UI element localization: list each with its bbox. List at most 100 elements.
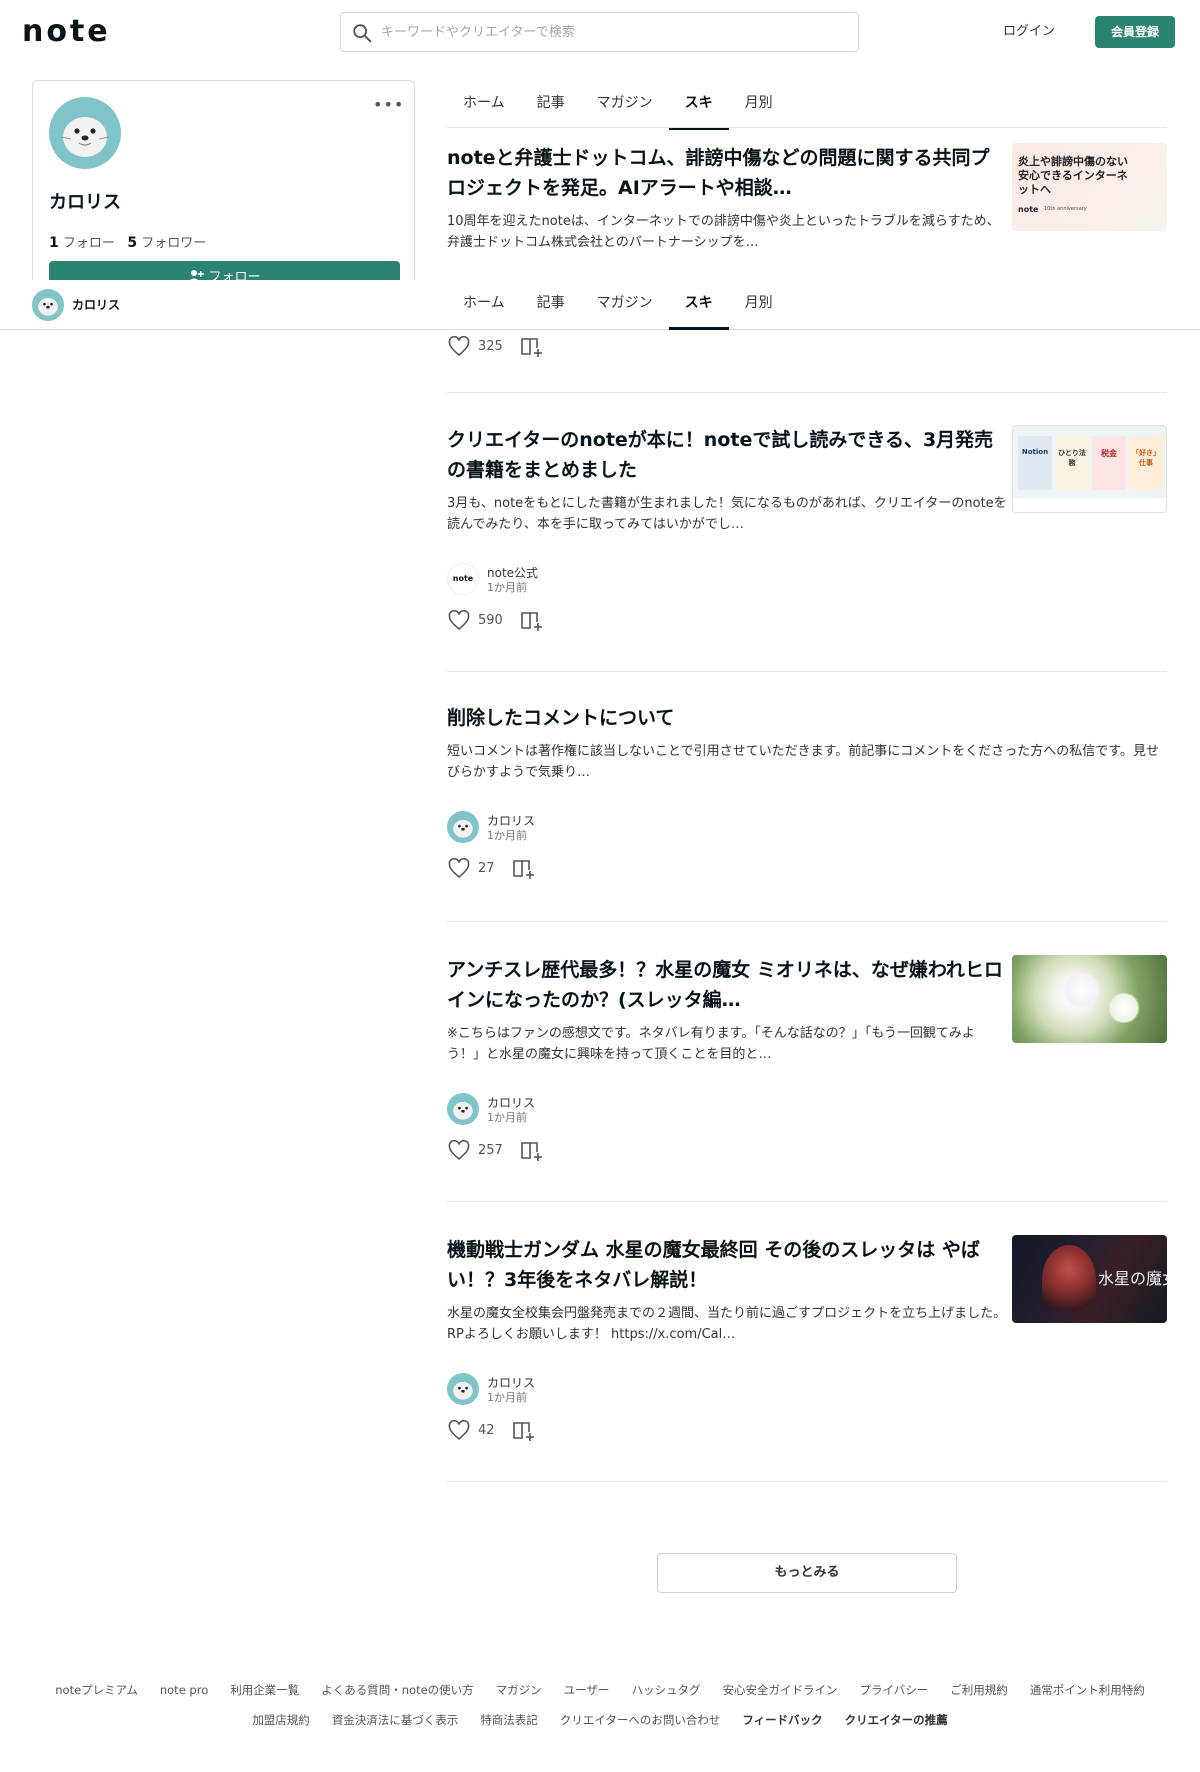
tab-articles[interactable]: 記事 xyxy=(521,280,581,330)
seal-avatar-icon xyxy=(49,97,121,169)
like-heart-icon[interactable] xyxy=(447,335,471,359)
like-count[interactable]: 27 xyxy=(478,861,495,876)
footer-link[interactable]: ハッシュタグ xyxy=(631,1683,700,1697)
tab-likes[interactable]: スキ xyxy=(668,80,729,130)
article-divider xyxy=(447,671,1167,672)
add-to-magazine-icon[interactable] xyxy=(512,1420,536,1442)
like-count[interactable]: 325 xyxy=(478,339,503,354)
add-to-magazine-icon[interactable] xyxy=(520,610,544,632)
note-official-avatar[interactable]: note xyxy=(447,563,479,595)
lily-flowers-image[interactable] xyxy=(1012,955,1167,1043)
follow-stats: 1 フォロー 5 フォロワー xyxy=(49,232,206,251)
like-count[interactable]: 42 xyxy=(478,1423,495,1438)
article-card[interactable]: クリエイターのnoteが本に！noteで試し読みできる、3月発売の書籍をまとめま… xyxy=(447,425,1167,635)
article-thumbnail[interactable]: Notion ひとり法務 税金 「好き」仕事 xyxy=(1012,425,1167,513)
like-count[interactable]: 257 xyxy=(478,1143,503,1158)
signup-button[interactable]: 会員登録 xyxy=(1095,16,1175,48)
following-count[interactable]: 1 xyxy=(49,235,59,251)
add-to-magazine-icon[interactable] xyxy=(520,336,544,358)
footer-link[interactable]: 特商法表記 xyxy=(480,1713,538,1727)
like-heart-icon[interactable] xyxy=(447,1419,471,1443)
add-to-magazine-icon[interactable] xyxy=(512,858,536,880)
article-title[interactable]: 削除したコメントについて xyxy=(447,703,1167,733)
footer-link[interactable]: 通常ポイント利用特約 xyxy=(1030,1683,1145,1697)
footer-link[interactable]: 資金決済法に基づく表示 xyxy=(332,1713,459,1727)
book-cover: Notion xyxy=(1018,436,1052,490)
followers-count[interactable]: 5 xyxy=(127,235,137,251)
tab-home[interactable]: ホーム xyxy=(447,80,521,130)
article-excerpt: 水星の魔女全校集会円盤発売までの２週間、当たり前に過ごすプロジェクトを立ち上げま… xyxy=(447,1306,1007,1342)
creator-recommend-link[interactable]: クリエイターの推薦 xyxy=(845,1713,948,1727)
thumbnail-logo: note xyxy=(1018,205,1039,214)
login-link[interactable]: ログイン xyxy=(1003,20,1055,39)
like-count[interactable]: 590 xyxy=(478,613,503,628)
seal-avatar-icon[interactable] xyxy=(447,811,479,843)
article-excerpt: 短いコメントは著作権に該当しないことで引用させていただきます。前記事にコメントを… xyxy=(447,744,1160,780)
anime-thumbnail-image[interactable]: 水星の魔女 xyxy=(1012,1235,1167,1323)
character-silhouette xyxy=(1042,1245,1096,1315)
followers-label[interactable]: フォロワー xyxy=(141,236,206,251)
article-card[interactable]: noteと弁護士ドットコム、誹謗中傷などの問題に関する共同プロジェクトを発足。A… xyxy=(447,143,1167,253)
seal-avatar-icon[interactable] xyxy=(32,289,64,321)
footer-link[interactable]: プライバシー xyxy=(859,1683,928,1697)
profile-name: カロリス xyxy=(49,192,121,213)
footer-link[interactable]: note pro xyxy=(160,1683,208,1697)
sticky-profile-name[interactable]: カロリス xyxy=(72,296,120,313)
load-more-button[interactable]: もっとみる xyxy=(657,1553,957,1593)
footer-link[interactable]: マガジン xyxy=(496,1683,542,1697)
search-box[interactable] xyxy=(340,12,859,52)
search-input[interactable] xyxy=(381,21,841,43)
footer-link[interactable]: 利用企業一覧 xyxy=(230,1683,299,1697)
footer-link[interactable]: 加盟店規約 xyxy=(252,1713,310,1727)
follow-button[interactable]: フォロー xyxy=(49,261,400,280)
tab-magazines[interactable]: マガジン xyxy=(581,280,669,330)
article-title[interactable]: アンチスレ歴代最多！？水星の魔女 ミオリネは、なぜ嫌われヒロインになったのか？(… xyxy=(447,955,1007,1015)
footer-link[interactable]: クリエイターへのお問い合わせ xyxy=(560,1713,721,1727)
article-card[interactable]: アンチスレ歴代最多！？水星の魔女 ミオリネは、なぜ嫌われヒロインになったのか？(… xyxy=(447,955,1167,1165)
footer-link[interactable]: ご利用規約 xyxy=(950,1683,1008,1697)
article-date: 1か月前 xyxy=(487,1111,527,1124)
seal-avatar-icon[interactable] xyxy=(447,1093,479,1125)
thumbnail-title-text: 水星の魔女 xyxy=(1098,1269,1167,1288)
article-title[interactable]: 機動戦士ガンダム 水星の魔女最終回 その後のスレッタは やばい！？3年後をネタバ… xyxy=(447,1235,1007,1295)
footer-link[interactable]: 安心安全ガイドライン xyxy=(722,1683,837,1697)
thumbnail-text: 炎上や誹謗中傷のない安心できるインターネットへ xyxy=(1018,155,1128,196)
following-label[interactable]: フォロー xyxy=(63,236,115,251)
add-to-magazine-icon[interactable] xyxy=(520,1140,544,1162)
article-thumbnail[interactable]: 炎上や誹謗中傷のない安心できるインターネットへ note 10th annive… xyxy=(1012,143,1167,231)
article-divider xyxy=(447,921,1167,922)
tabs-divider xyxy=(447,127,1167,128)
profile-card: ••• カロリス 1 フォロー 5 フォロワー フォロー xyxy=(32,80,415,280)
article-title[interactable]: noteと弁護士ドットコム、誹謗中傷などの問題に関する共同プロジェクトを発足。A… xyxy=(447,143,1007,203)
article-actions: 325 xyxy=(447,333,1167,361)
tab-home[interactable]: ホーム xyxy=(447,280,521,330)
sticky-tabs: ホーム 記事 マガジン スキ 月別 xyxy=(447,280,1167,330)
tab-likes[interactable]: スキ xyxy=(668,280,729,330)
tab-monthly[interactable]: 月別 xyxy=(729,80,789,130)
seal-avatar-icon[interactable] xyxy=(447,1373,479,1405)
article-excerpt: 3月も、noteをもとにした書籍が生まれました！気になるものがあれば、クリエイタ… xyxy=(447,496,1007,532)
footer-link[interactable]: ユーザー xyxy=(564,1683,610,1697)
follow-button-label: フォロー xyxy=(208,270,261,280)
site-header: note ログイン 会員登録 xyxy=(0,0,1200,64)
footer-link[interactable]: よくある質問・noteの使い方 xyxy=(321,1683,473,1697)
tab-magazines[interactable]: マガジン xyxy=(581,80,669,130)
article-card[interactable]: 機動戦士ガンダム 水星の魔女最終回 その後のスレッタは やばい！？3年後をネタバ… xyxy=(447,1235,1167,1445)
book-cover: ひとり法務 xyxy=(1055,436,1089,490)
note-logo[interactable]: note xyxy=(22,14,111,49)
like-heart-icon[interactable] xyxy=(447,857,471,881)
tab-articles[interactable]: 記事 xyxy=(521,80,581,130)
feedback-link[interactable]: フィードバック xyxy=(742,1713,822,1727)
article-title[interactable]: クリエイターのnoteが本に！noteで試し読みできる、3月発売の書籍をまとめま… xyxy=(447,425,1007,485)
article-card[interactable]: 削除したコメントについて 短いコメントは著作権に該当しないことで引用させていただ… xyxy=(447,703,1167,883)
book-cover: 税金 xyxy=(1092,436,1126,490)
more-options-icon[interactable]: ••• xyxy=(373,95,404,114)
profile-tabs: ホーム 記事 マガジン スキ 月別 xyxy=(447,80,1167,130)
flower-highlight xyxy=(1107,993,1141,1023)
article-divider xyxy=(447,392,1167,393)
like-heart-icon[interactable] xyxy=(447,1139,471,1163)
footer-links-row-1: noteプレミアム note pro 利用企業一覧 よくある質問・noteの使い方 マガ… xyxy=(0,1682,1200,1698)
footer-link[interactable]: noteプレミアム xyxy=(55,1683,138,1697)
tab-monthly[interactable]: 月別 xyxy=(729,280,789,330)
like-heart-icon[interactable] xyxy=(447,609,471,633)
